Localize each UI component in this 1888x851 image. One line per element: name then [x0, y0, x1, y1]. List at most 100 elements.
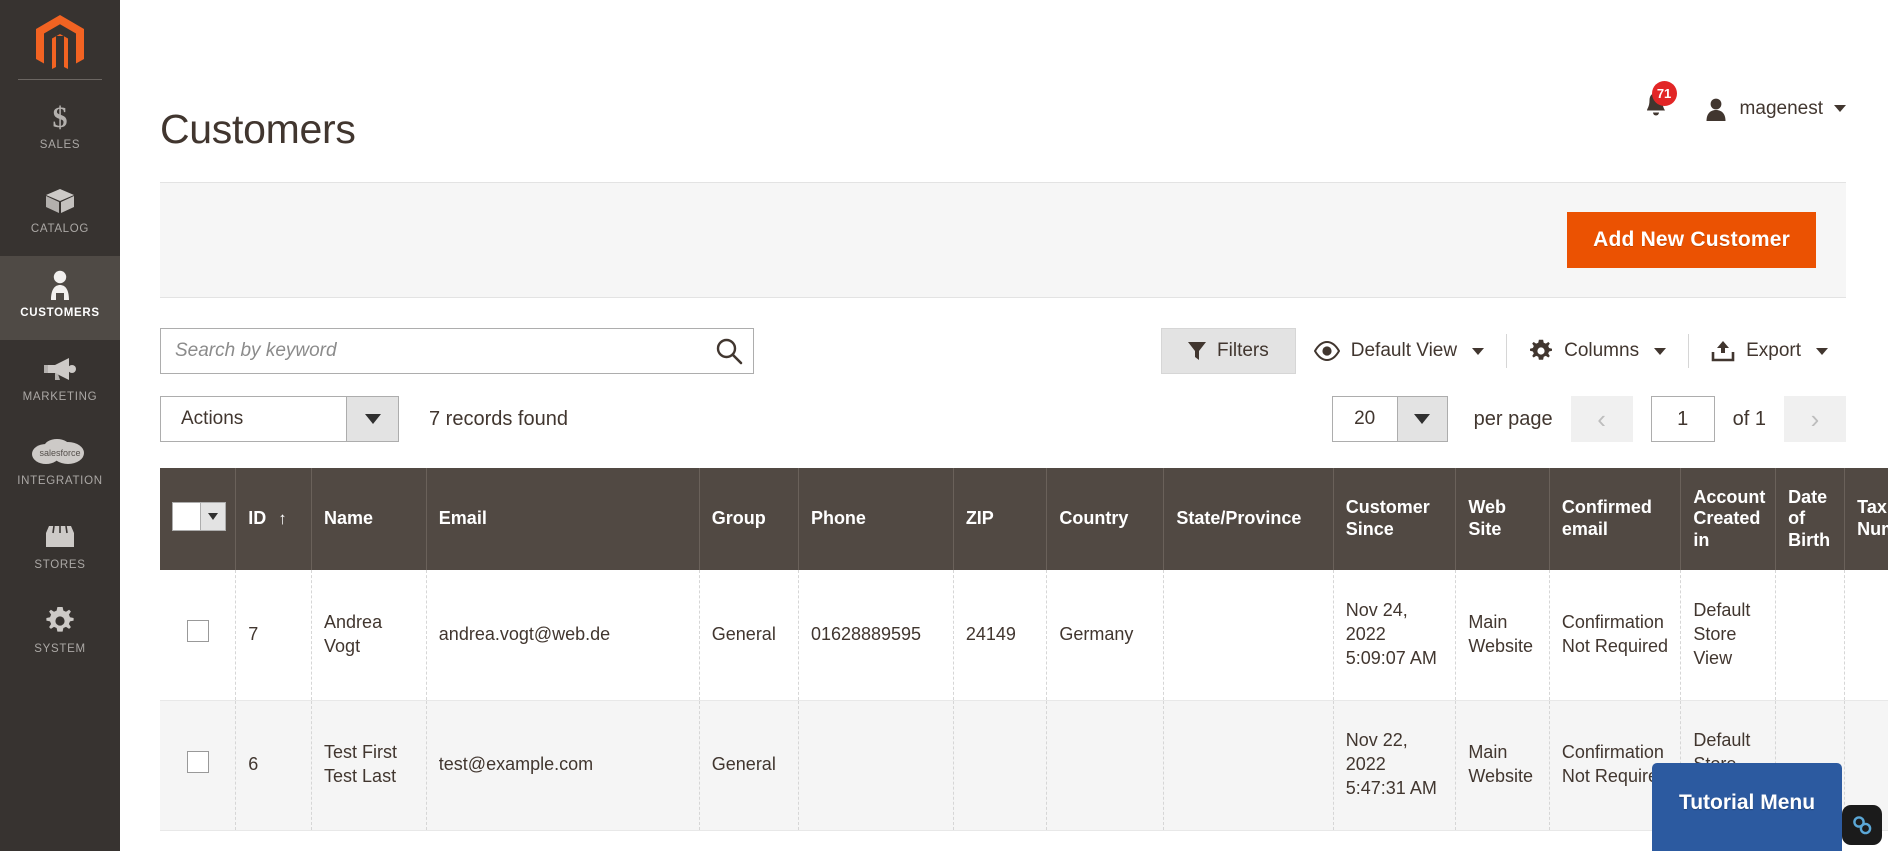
select-all-dropdown[interactable]	[172, 502, 226, 532]
column-header-customer-since[interactable]: Customer Since	[1333, 468, 1457, 570]
sidebar-item-marketing[interactable]: MARKETING	[0, 340, 120, 424]
cell-email: test@example.com	[426, 700, 700, 831]
column-header-confirmed-email[interactable]: Confirmed email	[1549, 468, 1682, 570]
person-icon	[47, 270, 73, 300]
cell-name: Test First Test Last	[311, 700, 427, 831]
cell-web-site: Main Website	[1455, 570, 1550, 701]
chevron-down-icon[interactable]	[346, 397, 398, 441]
column-header-country[interactable]: Country	[1046, 468, 1165, 570]
sidebar-item-catalog[interactable]: CATALOG	[0, 172, 120, 256]
column-header-state-province[interactable]: State/Province	[1163, 468, 1334, 570]
column-header-phone[interactable]: Phone	[798, 468, 954, 570]
column-header-date-of-birth[interactable]: Date of Birth	[1775, 468, 1846, 570]
column-header-zip[interactable]: ZIP	[953, 468, 1048, 570]
sidebar-item-label: SYSTEM	[34, 643, 86, 655]
cell-group: General	[699, 700, 799, 831]
sidebar-item-label: STORES	[34, 559, 86, 571]
chevron-down-icon	[1834, 105, 1846, 112]
column-header-email[interactable]: Email	[426, 468, 700, 570]
admin-page: $ SALES CATALOG CUSTOMERS MARKETING sale…	[0, 0, 1888, 851]
select-all-checkbox[interactable]	[173, 503, 200, 531]
table-row[interactable]: 6 Test First Test Last test@example.com …	[160, 700, 1888, 831]
per-page-value: 20	[1354, 408, 1376, 429]
page-number-input[interactable]	[1650, 396, 1715, 442]
chain-link-icon	[1853, 816, 1872, 835]
sidebar-item-stores[interactable]: STORES	[0, 508, 120, 592]
row-checkbox[interactable]	[186, 620, 209, 643]
cell-email: andrea.vogt@web.de	[426, 570, 700, 701]
svg-text:salesforce: salesforce	[39, 448, 80, 458]
sort-asc-icon: ↑	[278, 508, 287, 528]
filter-icon	[1188, 342, 1207, 360]
search-icon	[716, 338, 743, 365]
default-view-button[interactable]: Default View	[1296, 330, 1502, 372]
cell-customer-since: Nov 22, 2022 5:47:31 AM	[1333, 700, 1457, 831]
table-header-row: ID ↑ Name Email Group Phone ZIP Country …	[160, 468, 1888, 570]
column-header-group[interactable]: Group	[699, 468, 799, 570]
sidebar-item-label: INTEGRATION	[17, 475, 103, 487]
sidebar-item-customers[interactable]: CUSTOMERS	[0, 256, 120, 340]
magento-logo-icon	[36, 15, 84, 69]
magento-logo[interactable]	[0, 0, 120, 88]
column-header-web-site[interactable]: Web Site	[1455, 468, 1550, 570]
filters-button[interactable]: Filters	[1161, 328, 1296, 374]
chain-link-badge[interactable]	[1842, 805, 1882, 845]
notifications-bell[interactable]: 71	[1643, 81, 1677, 126]
column-header-name[interactable]: Name	[311, 468, 427, 570]
grid-toolbar-row: Actions 7 records found 20 per page ‹ of…	[160, 396, 1846, 442]
cell-phone	[798, 700, 954, 831]
cell-id: 7	[235, 570, 313, 701]
divider	[1506, 334, 1508, 368]
box-icon	[44, 186, 76, 216]
select-all-header[interactable]	[160, 468, 237, 570]
chevron-down-icon[interactable]	[200, 503, 225, 531]
total-pages-label: of 1	[1732, 407, 1766, 430]
tutorial-menu-widget[interactable]: Tutorial Menu	[1652, 763, 1842, 851]
table-row[interactable]: 7 Andrea Vogt andrea.vogt@web.de General…	[160, 570, 1888, 701]
admin-user-menu[interactable]: magenest	[1703, 96, 1846, 122]
sidebar-item-sales[interactable]: $ SALES	[0, 88, 120, 172]
grid-toolbar-left: Actions 7 records found	[160, 396, 568, 442]
header-actions: 71 magenest	[1643, 81, 1846, 150]
records-found-label: 7 records found	[429, 407, 568, 430]
chevron-left-icon: ‹	[1597, 404, 1606, 434]
cell-group: General	[699, 570, 799, 701]
row-select-cell[interactable]	[160, 700, 237, 831]
actions-label: Actions	[181, 408, 244, 429]
cell-phone: 01628889595	[798, 570, 954, 701]
sidebar: $ SALES CATALOG CUSTOMERS MARKETING sale…	[0, 0, 120, 851]
row-checkbox[interactable]	[186, 750, 209, 773]
search-input[interactable]	[160, 328, 754, 374]
next-page-button[interactable]: ›	[1784, 396, 1846, 442]
search-button[interactable]	[714, 336, 744, 366]
column-header-tax-vat-number[interactable]: Tax VAT Number	[1844, 468, 1888, 570]
per-page-label: per page	[1473, 407, 1553, 430]
sidebar-item-system[interactable]: SYSTEM	[0, 592, 120, 676]
per-page-dropdown[interactable]: 20	[1331, 396, 1448, 442]
cell-state	[1163, 700, 1334, 831]
chevron-down-icon[interactable]	[1396, 397, 1447, 441]
row-select-cell[interactable]	[160, 570, 237, 701]
previous-page-button[interactable]: ‹	[1570, 396, 1633, 442]
cell-confirmed-email: Confirmation Not Required	[1549, 570, 1682, 701]
page-actions-bar: Add New Customer	[160, 182, 1846, 298]
sidebar-item-label: SALES	[39, 139, 81, 151]
add-new-customer-button[interactable]: Add New Customer	[1567, 212, 1816, 268]
sidebar-item-integration[interactable]: salesforce INTEGRATION	[0, 424, 120, 508]
salesforce-cloud-icon: salesforce	[26, 438, 94, 468]
filters-label: Filters	[1217, 340, 1269, 361]
column-header-account-created-in[interactable]: Account Created in	[1680, 468, 1777, 570]
export-button[interactable]: Export	[1693, 330, 1846, 372]
dollar-icon: $	[47, 102, 73, 132]
column-header-id[interactable]: ID ↑	[235, 468, 313, 570]
table-head: ID ↑ Name Email Group Phone ZIP Country …	[160, 468, 1888, 570]
page-header: Customers 71 magenest	[120, 0, 1888, 150]
cell-tax-vat	[1844, 570, 1888, 701]
chevron-down-icon	[1654, 347, 1667, 355]
actions-dropdown[interactable]: Actions	[160, 396, 399, 442]
cell-zip: 24149	[953, 570, 1048, 701]
search-box	[160, 328, 754, 374]
cell-zip	[953, 700, 1048, 831]
columns-button[interactable]: Columns	[1511, 329, 1684, 373]
cell-country	[1046, 700, 1165, 831]
